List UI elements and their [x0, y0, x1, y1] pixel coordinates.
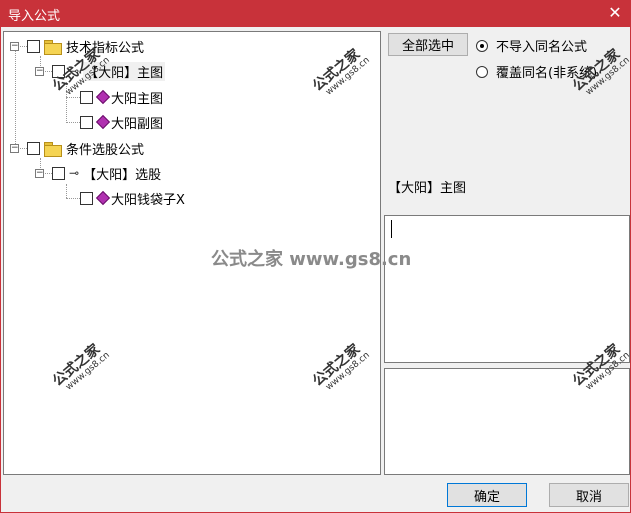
node-checkbox[interactable]: [80, 90, 93, 104]
tree-node-money-bag[interactable]: 大阳钱袋子X: [80, 188, 185, 208]
node-label: 【大阳】选股: [83, 167, 162, 183]
node-label: 大阳主图: [111, 91, 164, 107]
node-checkbox[interactable]: [80, 115, 93, 129]
radio-dot[interactable]: [476, 65, 488, 78]
radio-no-import-same[interactable]: 不导入同名公式: [476, 36, 587, 55]
folder-icon: [44, 141, 62, 157]
node-label: 技术指标公式: [66, 40, 145, 56]
node-checkbox[interactable]: [80, 191, 93, 205]
close-icon[interactable]: ✕: [607, 3, 623, 22]
selected-formula-name: 【大阳】主图: [388, 181, 467, 196]
tree-node-selection-group[interactable]: − ⊸ 【大阳】选股: [35, 163, 161, 183]
radio-label: 不导入同名公式: [496, 40, 588, 55]
radio-dot[interactable]: [476, 39, 488, 52]
gem-icon: [97, 192, 107, 204]
node-label: 大阳钱袋子X: [111, 192, 185, 208]
cancel-button[interactable]: 取消: [549, 483, 629, 507]
node-checkbox[interactable]: [27, 141, 40, 155]
ok-button[interactable]: 确定: [447, 483, 527, 507]
select-all-button[interactable]: 全部选中: [388, 33, 468, 56]
tree-node-main-chart[interactable]: 大阳主图: [80, 87, 163, 107]
node-checkbox[interactable]: [52, 166, 65, 180]
node-label: 条件选股公式: [66, 142, 145, 158]
title-bar: 导入公式 ✕: [0, 0, 631, 27]
node-checkbox[interactable]: [27, 39, 40, 53]
gem-icon: [97, 91, 107, 103]
text-caret: [391, 220, 392, 238]
window-title: 导入公式: [8, 9, 61, 24]
tree-node-stock-selection[interactable]: − 条件选股公式: [10, 138, 144, 158]
folder-icon: [44, 39, 62, 55]
tree-node-sub-chart[interactable]: 大阳副图: [80, 112, 163, 132]
collapse-icon[interactable]: −: [10, 41, 19, 51]
formula-text-area[interactable]: [384, 215, 630, 363]
tree-node-tech-indicators[interactable]: − 技术指标公式: [10, 36, 144, 56]
collapse-icon[interactable]: −: [35, 66, 44, 76]
gem-icon: [97, 116, 107, 128]
watermark-center: 公式之家 www.gs8.cn: [211, 249, 412, 270]
node-label: 大阳副图: [111, 116, 164, 132]
collapse-icon[interactable]: −: [10, 143, 19, 153]
collapse-icon[interactable]: −: [35, 168, 44, 178]
key-icon: ⊸: [69, 166, 80, 180]
